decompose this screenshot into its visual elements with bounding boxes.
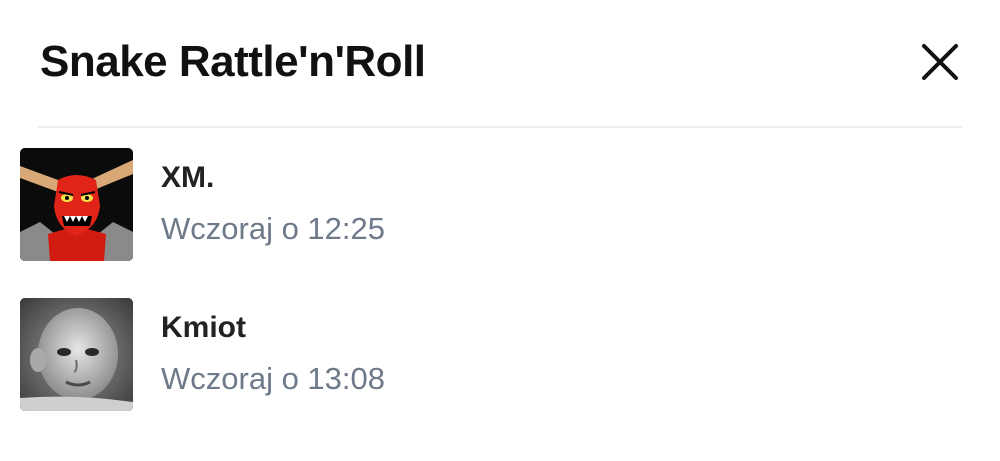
header-divider: [38, 126, 962, 128]
likes-dialog: Snake Rattle'n'Roll XM. Wczoraj o 12:25 …: [0, 0, 1000, 461]
dialog-header: Snake Rattle'n'Roll: [40, 26, 962, 98]
list-item[interactable]: Kmiot Wczoraj o 13:08: [20, 298, 980, 448]
user-list: XM. Wczoraj o 12:25 Kmiot Wczoraj o 13:0…: [20, 148, 980, 448]
avatar[interactable]: [20, 298, 133, 411]
avatar[interactable]: [20, 148, 133, 261]
reaction-time: Wczoraj o 12:25: [161, 211, 385, 246]
user-info: Kmiot Wczoraj o 13:08: [161, 298, 385, 398]
user-name[interactable]: XM.: [161, 160, 385, 196]
user-name[interactable]: Kmiot: [161, 310, 385, 346]
reaction-time: Wczoraj o 13:08: [161, 361, 385, 396]
baby-photo-avatar: [20, 298, 133, 411]
dialog-title: Snake Rattle'n'Roll: [40, 37, 426, 86]
list-item[interactable]: XM. Wczoraj o 12:25: [20, 148, 980, 298]
close-button[interactable]: [918, 40, 962, 84]
user-info: XM. Wczoraj o 12:25: [161, 148, 385, 248]
close-icon: [922, 44, 958, 80]
red-devil-avatar: [20, 148, 133, 261]
